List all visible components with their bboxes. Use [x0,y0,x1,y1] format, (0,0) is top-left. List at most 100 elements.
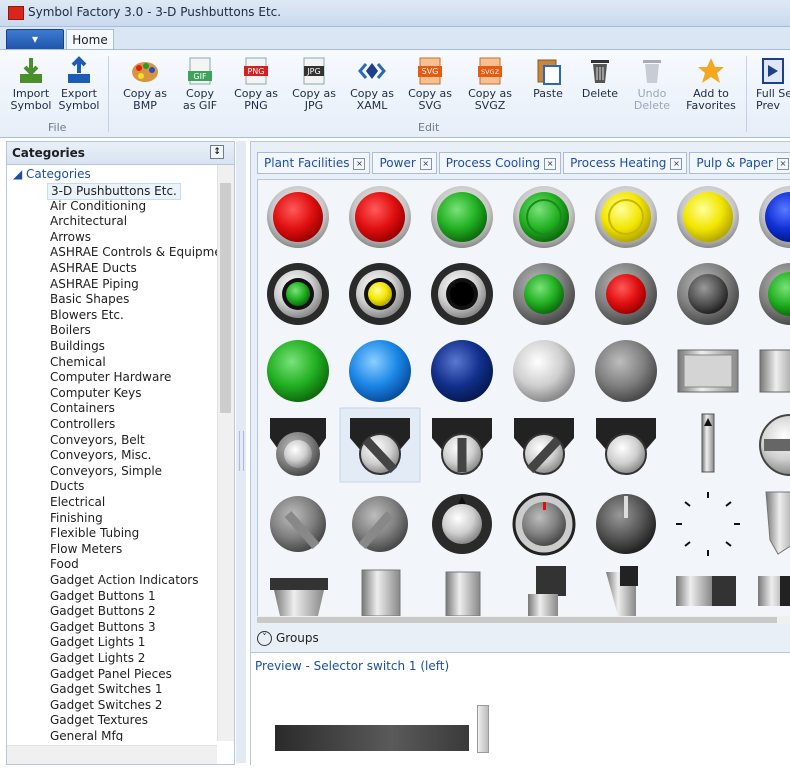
ring-button-green[interactable] [267,263,329,325]
pipe-segment-1[interactable] [361,569,401,616]
pipe-tee[interactable] [676,576,736,606]
scrollbar-thumb[interactable] [257,617,777,623]
category-item[interactable]: Gadget Buttons 2 [47,604,159,619]
delete-button[interactable]: Delete [578,56,622,100]
copy-svg-button[interactable]: SVG Copy as SVG [408,56,452,112]
groups-toggle[interactable]: ˅ Groups [257,628,319,648]
category-item[interactable]: Gadget Panel Pieces [47,667,175,682]
square-button-2[interactable] [759,349,790,393]
sphere-green[interactable] [267,340,329,402]
selector-switch-right[interactable] [514,418,574,475]
category-item[interactable]: Finishing [47,511,106,526]
category-item[interactable]: Architectural [47,214,130,229]
category-item[interactable]: Containers [47,401,118,416]
tab-home[interactable]: Home [66,29,114,50]
close-icon[interactable]: × [776,157,789,170]
close-icon[interactable]: × [353,157,366,170]
selector-knob-2[interactable] [596,418,656,475]
grid-horizontal-scrollbar[interactable] [257,616,790,624]
category-tab[interactable]: Process Heating × [563,152,688,174]
ring-button-yellow[interactable] [349,263,411,325]
scrollbar-thumb[interactable] [220,183,231,413]
indicator-light-dark[interactable] [677,263,739,325]
undo-delete-button[interactable]: Undo Delete [630,56,674,112]
copy-xaml-button[interactable]: Copy as XAML [350,56,394,112]
sphere-silver[interactable] [513,340,575,402]
pipe-elbow-2[interactable] [606,566,638,616]
ring-button-black[interactable] [431,263,493,325]
category-item[interactable]: ASHRAE Piping [47,277,142,292]
category-item[interactable]: Basic Shapes [47,292,132,307]
category-item[interactable]: ASHRAE Ducts [47,261,140,276]
category-item[interactable]: Air Conditioning [47,199,149,214]
close-icon[interactable]: × [419,157,432,170]
category-item[interactable]: Flow Meters [47,542,125,557]
sphere-light-blue[interactable] [349,340,411,402]
close-icon[interactable]: × [670,157,683,170]
category-item[interactable]: Gadget Textures [47,713,151,728]
toggle-knob-left[interactable] [270,496,326,552]
full-screen-preview-button[interactable]: Full Se Prev [756,56,790,112]
category-item[interactable]: General Mfg [47,729,126,741]
copy-bmp-button[interactable]: Copy as BMP [122,56,168,112]
pushbutton-red-2[interactable] [349,186,411,248]
pipe-segment-2[interactable] [445,571,481,616]
selector-knob-1[interactable] [270,418,326,476]
category-item[interactable]: Buildings [47,339,108,354]
rotary-selector[interactable] [759,414,790,476]
category-item[interactable]: Gadget Switches 1 [47,682,166,697]
categories-horizontal-scrollbar[interactable] [7,745,217,764]
category-item[interactable]: Food [47,557,82,572]
paste-button[interactable]: Paste [528,56,568,100]
pushbutton-yellow-2[interactable] [677,186,739,248]
pushbutton-blue[interactable] [759,186,790,248]
cylinder-cap[interactable] [765,491,790,555]
category-item[interactable]: Flexible Tubing [47,526,142,541]
category-item[interactable]: Boilers [47,323,94,338]
copy-png-button[interactable]: PNG Copy as PNG [234,56,278,112]
copy-gif-button[interactable]: GIF Copy as GIF [180,56,220,112]
copy-jpg-button[interactable]: JPG Copy as JPG [292,56,336,112]
import-symbol-button[interactable]: Import Symbol [10,56,52,112]
sphere-navy[interactable] [431,340,493,402]
pointer-indicator[interactable] [701,413,715,473]
category-item[interactable]: Computer Keys [47,386,144,401]
category-item[interactable]: ASHRAE Controls & Equipme [47,245,217,260]
category-tab[interactable]: Power × [372,152,437,174]
pipe-elbow-1[interactable] [528,566,566,616]
category-tab[interactable]: Pulp & Paper × [689,152,790,174]
category-item[interactable]: Arrows [47,230,94,245]
export-symbol-button[interactable]: Export Symbol [56,56,102,112]
indicator-light-red[interactable] [595,263,657,325]
category-item[interactable]: Chemical [47,355,109,370]
app-menu-button[interactable]: ▾ [6,29,64,50]
category-item[interactable]: Gadget Action Indicators [47,573,201,588]
category-item[interactable]: Electrical [47,495,108,510]
category-tab[interactable]: Process Cooling × [438,152,562,174]
pin-icon[interactable]: ↕ [210,145,224,159]
category-item[interactable]: Gadget Lights 1 [47,635,148,650]
dark-dial[interactable] [596,494,656,554]
category-tab[interactable]: Plant Facilities × [257,152,371,174]
category-item[interactable]: Controllers [47,417,118,432]
indicator-light-green[interactable] [513,263,575,325]
category-item[interactable]: Blowers Etc. [47,308,127,323]
square-button[interactable] [677,349,739,393]
categories-vertical-scrollbar[interactable] [217,165,234,741]
pushbutton-green-1[interactable] [431,186,493,248]
add-favorites-button[interactable]: Add to Favorites [684,56,738,112]
category-item[interactable]: Conveyors, Simple [47,464,165,479]
sphere-grey[interactable] [595,340,657,402]
category-item[interactable]: Ducts [47,479,87,494]
pushbutton-red-1[interactable] [267,186,329,248]
category-item[interactable]: 3-D Pushbuttons Etc. [47,183,181,200]
pushbutton-yellow-1[interactable] [595,186,657,248]
category-item[interactable]: Gadget Buttons 1 [47,589,159,604]
splitter-grip[interactable] [239,431,244,471]
panel-splitter[interactable] [236,141,246,763]
selector-switch-center[interactable] [432,418,492,475]
category-item[interactable]: Gadget Buttons 3 [47,620,159,635]
pipe-fitting-end[interactable] [758,576,790,606]
dial-tick-marks[interactable] [676,492,740,556]
category-item[interactable]: Gadget Lights 2 [47,651,148,666]
